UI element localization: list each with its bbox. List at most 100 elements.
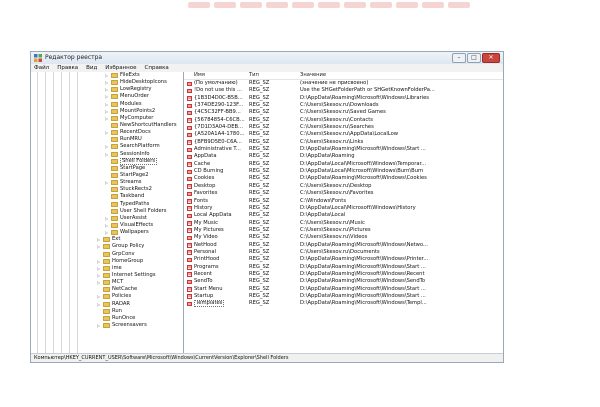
menu-view[interactable]: Вид [86, 64, 97, 72]
tree-item[interactable]: Shell Folders [31, 157, 183, 165]
values-list[interactable]: Имя Тип Значение ab (По умолчанию) REG_SZ(… [184, 72, 503, 354]
expand-arrow-icon[interactable]: ▷ [97, 301, 100, 308]
expand-arrow-icon[interactable]: ▷ [105, 86, 108, 93]
tree-item[interactable]: ▷ MountPoints2 [31, 108, 183, 115]
registry-value-row[interactable]: ab Start Menu REG_SZ D:\AppData\Roaming\Mic… [184, 286, 503, 293]
tree-item[interactable]: ▷ UserAssist [31, 215, 183, 222]
registry-value-row[interactable]: ab {A520A1A4-1780... REG_SZ C:\Users\Skesov… [184, 131, 503, 138]
expand-arrow-icon[interactable]: ▷ [97, 272, 100, 279]
tree-item[interactable]: ▷ ime [31, 265, 183, 272]
column-type-header[interactable]: Тип [249, 72, 259, 79]
registry-value-row[interactable]: ab NetHood REG_SZ D:\AppData\Roaming\Micros… [184, 242, 503, 249]
registry-value-row[interactable]: ab {BFB9D5E0-C6A... REG_SZ C:\Users\Skesov.… [184, 139, 503, 146]
expand-arrow-icon[interactable]: ▷ [105, 93, 108, 100]
expand-arrow-icon[interactable]: ▷ [105, 229, 108, 236]
expand-arrow-icon[interactable]: ▷ [105, 215, 108, 222]
tree-item[interactable]: ▷ MyComputer [31, 115, 183, 122]
expand-arrow-icon[interactable]: ▷ [97, 236, 100, 243]
registry-value-row[interactable]: ab Startup REG_SZ D:\AppData\Roaming\Micros… [184, 293, 503, 300]
tree-item[interactable]: StuckRects2 [31, 186, 183, 193]
tree-item[interactable]: ▷ VisualEffects [31, 222, 183, 229]
tree-item[interactable]: ▷ SessionInfo [31, 151, 183, 158]
tree-item[interactable]: RunOnce [31, 315, 183, 322]
tree-item[interactable]: ▷ RADAR [31, 301, 183, 308]
tree-item[interactable]: StartPage [31, 165, 183, 172]
registry-value-row[interactable]: ab Fonts REG_SZ C:\Windows\Fonts [184, 198, 503, 205]
expand-arrow-icon[interactable]: ▷ [97, 279, 100, 286]
expand-arrow-icon[interactable]: ▷ [105, 79, 108, 86]
registry-value-row[interactable]: ab Local AppData REG_SZ D:\AppData\Local [184, 212, 503, 219]
tree-item[interactable]: ▷ HomeGroup [31, 258, 183, 265]
tree-item[interactable]: ▷ Internet Settings [31, 272, 183, 279]
tree-item[interactable]: Run [31, 308, 183, 315]
registry-value-row[interactable]: ab {4C5C32FF-BB9... REG_SZ C:\Users\Skesov.… [184, 109, 503, 116]
menu-edit[interactable]: Правка [57, 64, 78, 72]
expand-arrow-icon[interactable]: ▷ [105, 72, 108, 79]
expand-arrow-icon[interactable]: ▷ [105, 115, 108, 122]
tree-item[interactable]: ▷ FileExts [31, 72, 183, 79]
tree-item[interactable]: ▷ MenuOrder [31, 93, 183, 100]
registry-value-row[interactable]: ab My Pictures REG_SZ C:\Users\Skesov.ru\Pi… [184, 227, 503, 234]
expand-arrow-icon[interactable]: ▷ [105, 179, 108, 186]
tree-item[interactable]: ▷ MCT [31, 279, 183, 286]
registry-value-row[interactable]: ab Favorites REG_SZ C:\Users\Skesov.ru\Favo… [184, 190, 503, 197]
tree-item[interactable]: ▷ RecentDocs [31, 129, 183, 136]
registry-value-row[interactable]: ab {374DE290-123F... REG_SZ C:\Users\Skesov… [184, 102, 503, 109]
expand-arrow-icon[interactable]: ▷ [97, 258, 100, 265]
tree-item[interactable]: TypedPaths [31, 201, 183, 208]
tree-item[interactable]: GrpConv [31, 251, 183, 258]
tree-item[interactable]: ▷ SearchPlatform [31, 143, 183, 150]
menu-help[interactable]: Справка [145, 64, 169, 72]
registry-value-row[interactable]: ab History REG_SZ D:\AppData\Local\Microsof… [184, 205, 503, 212]
tree-item[interactable]: StartPage2 [31, 172, 183, 179]
registry-tree[interactable]: ▷ FileExts ▷ HideDesktopIcons ▷ LowRegistry ▷ M… [31, 72, 184, 354]
expand-arrow-icon[interactable]: ▷ [105, 129, 108, 136]
registry-value-row[interactable]: ab {7D1D3A04-DEB... REG_SZ C:\Users\Skesov.… [184, 124, 503, 131]
tree-item[interactable]: ▷ Policies [31, 293, 183, 300]
expand-arrow-icon[interactable]: ▷ [105, 151, 108, 158]
maximize-button[interactable]: □ [467, 53, 481, 63]
close-button[interactable]: ✕ [482, 53, 500, 63]
tree-item[interactable]: NewShortcutHandlers [31, 122, 183, 129]
menu-favorites[interactable]: Избранное [105, 64, 136, 72]
menu-file[interactable]: Файл [34, 64, 49, 72]
title-bar[interactable]: Редактор реестра – □ ✕ [31, 52, 503, 64]
registry-value-row[interactable]: ab Recent REG_SZ D:\AppData\Roaming\Microso… [184, 271, 503, 278]
registry-value-row[interactable]: ab !Do not use this ... REG_SZ Use the SHGe… [184, 87, 503, 94]
expand-arrow-icon[interactable]: ▷ [105, 101, 108, 108]
tree-item[interactable]: ▷ Ext [31, 236, 183, 243]
tree-item[interactable]: ▷ HideDesktopIcons [31, 79, 183, 86]
expand-arrow-icon[interactable]: ▷ [97, 293, 100, 300]
column-name-header[interactable]: Имя [194, 72, 205, 79]
registry-value-row[interactable]: ab SendTo REG_SZ D:\AppData\Roaming\Microso… [184, 278, 503, 285]
tree-item[interactable]: ▷ Modules [31, 101, 183, 108]
tree-item[interactable]: ▷ Group Policy [31, 243, 183, 250]
tree-item[interactable]: Taskband [31, 193, 183, 200]
tree-item[interactable]: User Shell Folders [31, 208, 183, 215]
registry-value-row[interactable]: ab {1B3D4D0C-B5B... REG_SZ D:\AppData\Roami… [184, 95, 503, 102]
expand-arrow-icon[interactable]: ▷ [97, 243, 100, 250]
tree-item[interactable]: ▷ Streams [31, 179, 183, 186]
expand-arrow-icon[interactable]: ▷ [105, 143, 108, 150]
tree-item[interactable]: ▷ Screensavers [31, 322, 183, 329]
expand-arrow-icon[interactable]: ▷ [97, 265, 100, 272]
registry-value-row[interactable]: ab Personal REG_SZ C:\Users\Skesov.ru\Docum… [184, 249, 503, 256]
minimize-button[interactable]: – [452, 53, 466, 63]
expand-arrow-icon[interactable]: ▷ [105, 222, 108, 229]
tree-item[interactable]: RunMRU [31, 136, 183, 143]
registry-value-row[interactable]: ab AppData REG_SZ D:\AppData\Roaming [184, 153, 503, 160]
registry-value-row[interactable]: ab CD Burning REG_SZ D:\AppData\Local\Micro… [184, 168, 503, 175]
expand-arrow-icon[interactable]: ▷ [97, 322, 100, 329]
registry-value-row[interactable]: ab PrintHood REG_SZ D:\AppData\Roaming\Micr… [184, 256, 503, 263]
expand-arrow-icon[interactable]: ▷ [105, 108, 108, 115]
tree-item[interactable]: NetCache [31, 286, 183, 293]
tree-item[interactable]: ▷ LowRegistry [31, 86, 183, 93]
registry-value-row[interactable]: ab Administrative T... REG_SZ D:\AppData\Ro… [184, 146, 503, 153]
tree-item[interactable]: ▷ Wallpapers [31, 229, 183, 236]
registry-value-row[interactable]: ab Cookies REG_SZ D:\AppData\Roaming\Micros… [184, 175, 503, 182]
column-value-header[interactable]: Значение [300, 72, 326, 79]
registry-value-row[interactable]: ab Programs REG_SZ D:\AppData\Roaming\Micro… [184, 264, 503, 271]
registry-value-row[interactable]: ab (По умолчанию) REG_SZ (значение не присв… [184, 80, 503, 87]
registry-value-row[interactable]: ab My Music REG_SZ C:\Users\Skesov.ru\Music [184, 220, 503, 227]
registry-value-row[interactable]: ab Desktop REG_SZ C:\Users\Skesov.ru\Deskto… [184, 183, 503, 190]
